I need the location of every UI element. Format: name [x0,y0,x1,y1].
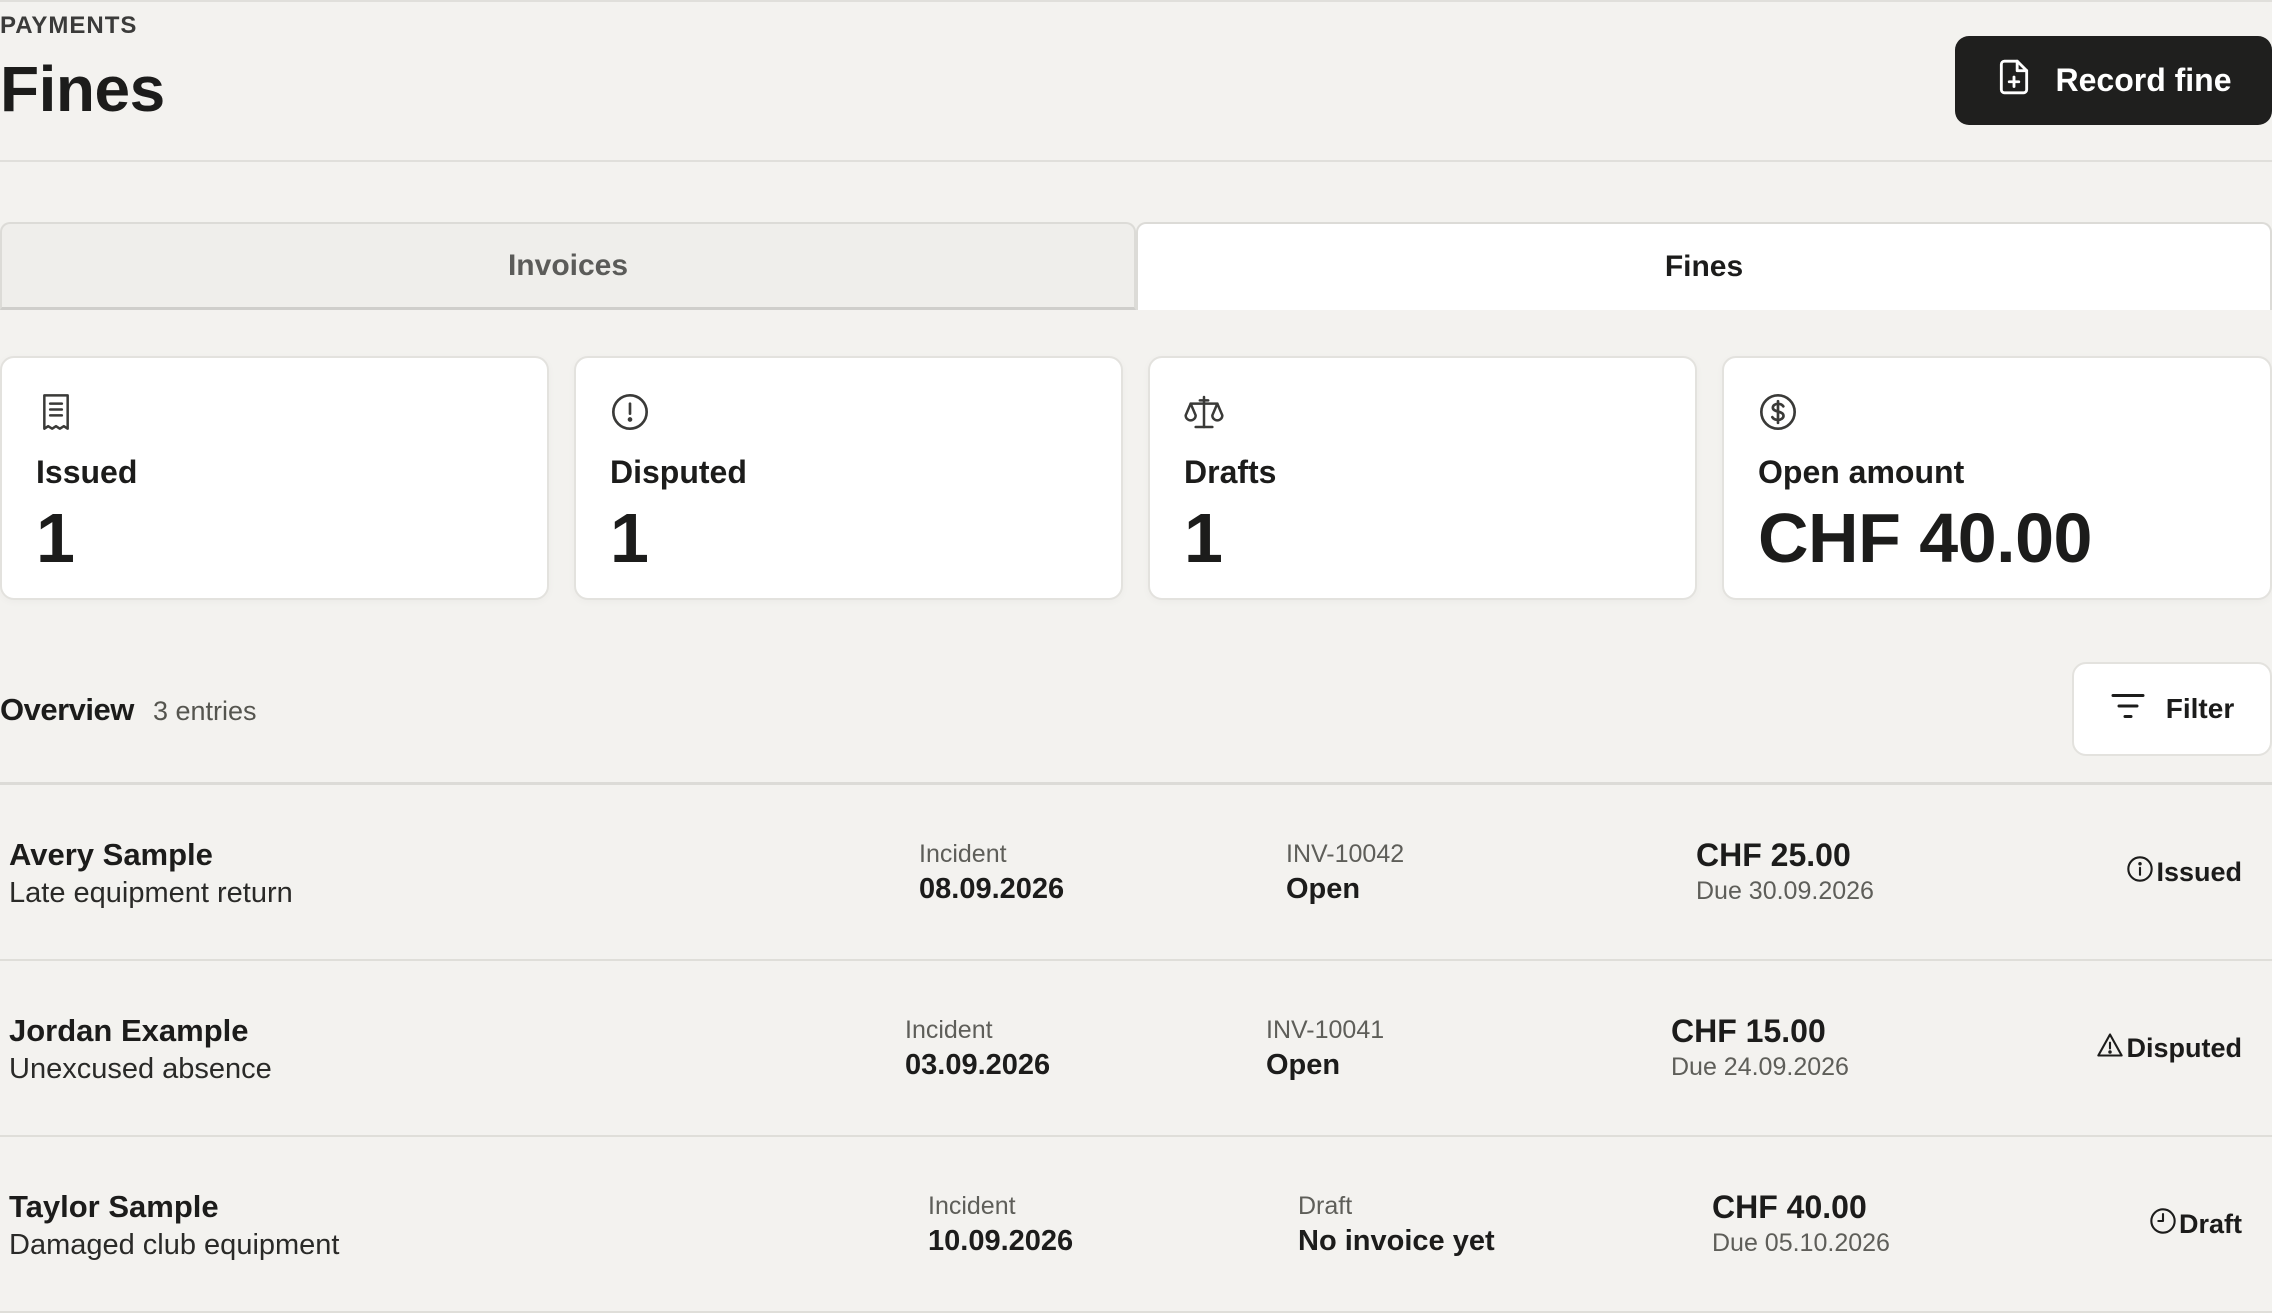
status-label: Draft [2178,1209,2242,1239]
fine-amount: CHF 15.00 [1671,1013,1826,1049]
alert-circle-icon [610,392,650,432]
incident-date: 08.09.2026 [919,873,1065,905]
fine-reason: Damaged club equipment [9,1229,340,1261]
scale-icon [1184,392,1224,432]
fine-row[interactable]: Avery Sample Late equipment return Incid… [0,785,2272,961]
fine-reason: Unexcused absence [9,1053,272,1085]
fine-amount: CHF 40.00 [1712,1189,1867,1225]
page-title: Fines [0,53,165,125]
fine-row[interactable]: Jordan Example Unexcused absence Inciden… [0,961,2272,1137]
stat-value: 1 [1184,499,1223,577]
header-divider [0,160,2272,162]
incident-date: 03.09.2026 [905,1049,1051,1081]
info-circle-icon [2126,855,2154,890]
stat-label: Open amount [1758,454,1965,490]
stat-value: 1 [36,499,75,577]
status-label: Issued [2156,857,2242,887]
overview-title: Overview [0,692,134,727]
warning-triangle-icon [2096,1031,2124,1066]
stat-card-drafts: Drafts 1 [1148,356,1697,600]
stat-value: CHF 40.00 [1758,499,2092,577]
invoice-ref: INV-10041 [1266,1016,1385,1044]
top-divider [0,0,2272,2]
member-name: Taylor Sample [9,1189,219,1224]
fine-amount: CHF 25.00 [1696,837,1851,873]
filter-icon [2110,691,2146,728]
stat-card-disputed: Disputed 1 [574,356,1123,600]
incident-label: Incident [905,1016,993,1044]
incident-label: Incident [919,840,1007,868]
stat-label: Disputed [610,454,747,490]
stat-value: 1 [610,499,649,577]
member-name: Avery Sample [9,837,213,872]
overview-count: 3 entries [153,696,257,726]
due-date: Due 05.10.2026 [1712,1229,1890,1257]
invoice-ref: INV-10042 [1286,840,1405,868]
filter-label: Filter [2165,693,2235,724]
fine-row[interactable]: Taylor Sample Damaged club equipment Inc… [0,1137,2272,1313]
stat-label: Drafts [1184,454,1277,490]
status-badge: Issued [2126,855,2242,890]
due-date: Due 30.09.2026 [1696,877,1874,905]
stat-card-open-amount: Open amount CHF 40.00 [1722,356,2272,600]
fine-reason: Late equipment return [9,877,293,909]
receipt-icon [36,392,76,432]
invoice-state: Open [1266,1049,1341,1081]
fines-page: PAYMENTS Fines Record fine Invoices Fine… [0,0,2272,1313]
tab-invoices[interactable]: Invoices [0,222,1136,310]
invoice-state: Open [1286,873,1361,905]
status-badge: Draft [2149,1207,2242,1242]
member-name: Jordan Example [9,1013,249,1048]
record-fine-button[interactable]: Record fine [1955,36,2272,125]
filter-button[interactable]: Filter [2072,662,2272,756]
section-eyebrow: PAYMENTS [0,12,138,39]
invoice-state: No invoice yet [1298,1225,1495,1257]
dollar-circle-icon [1758,392,1798,432]
status-label: Disputed [2126,1033,2242,1063]
file-plus-icon [1995,57,2033,105]
tab-fines[interactable]: Fines [1136,222,2272,310]
incident-date: 10.09.2026 [928,1225,1074,1257]
record-fine-label: Record fine [2055,62,2232,98]
due-date: Due 24.09.2026 [1671,1053,1849,1081]
stat-card-issued: Issued 1 [0,356,549,600]
invoice-ref: Draft [1298,1192,1353,1220]
clock-icon [2149,1207,2177,1242]
incident-label: Incident [928,1192,1016,1220]
stat-label: Issued [36,454,138,490]
status-badge: Disputed [2096,1031,2242,1066]
